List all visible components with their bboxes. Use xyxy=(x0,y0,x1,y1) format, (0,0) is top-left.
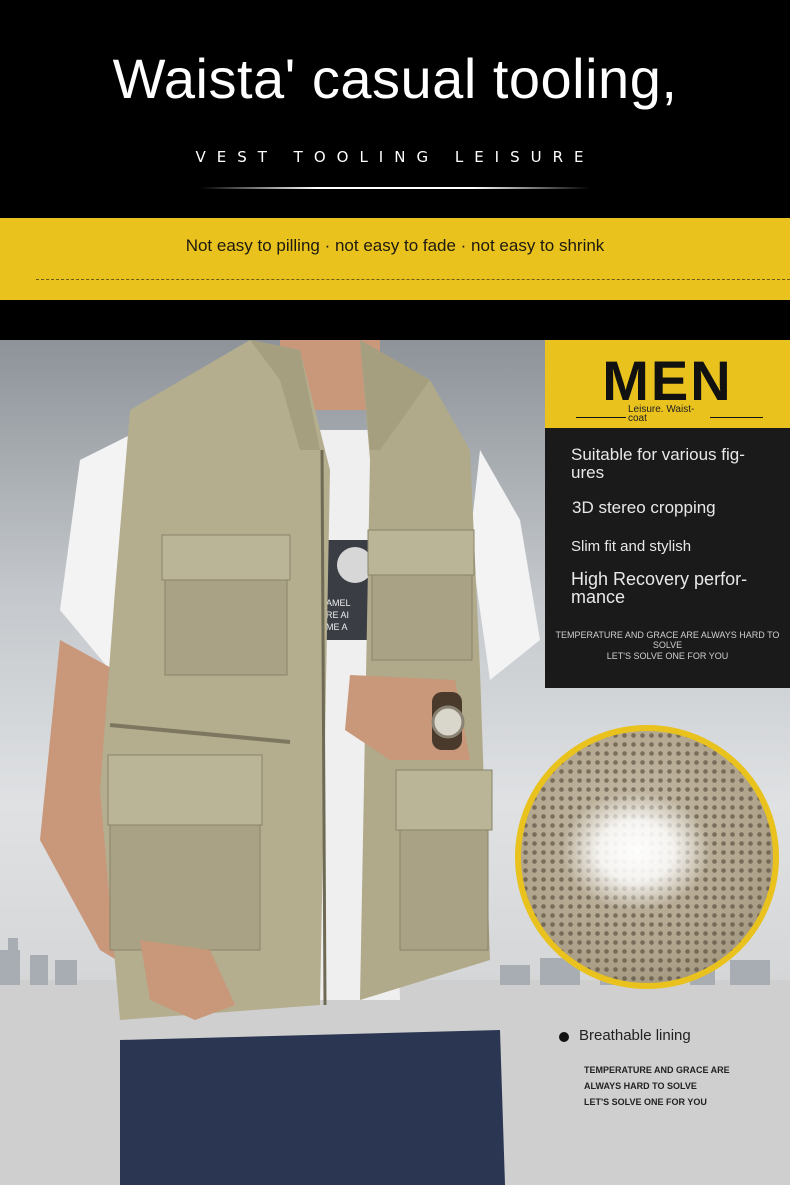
feature-band xyxy=(0,218,790,300)
lining-note-line-1: TEMPERATURE AND GRACE ARE xyxy=(584,1065,730,1075)
subhead-divider xyxy=(200,187,590,189)
panel-note-line-1: TEMPERATURE AND GRACE ARE ALWAYS HARD TO… xyxy=(555,630,780,650)
feature-band-text: Not easy to pilling · not easy to fade ·… xyxy=(185,236,605,255)
jeans xyxy=(120,1030,505,1185)
subheadline: VEST TOOLING LEISURE xyxy=(195,148,595,166)
breathable-lining-label: Breathable lining xyxy=(579,1027,691,1044)
lining-note-line-2: ALWAYS HARD TO SOLVE xyxy=(584,1081,697,1091)
lower-pocket-flap-left xyxy=(107,754,263,826)
tshirt-sleeve-right xyxy=(470,450,540,680)
print-text-2: RE AI xyxy=(326,610,349,620)
men-title-line-left xyxy=(576,417,626,418)
bullet-icon xyxy=(559,1032,569,1042)
chest-pocket-flap-right xyxy=(367,529,475,576)
print-text-1: AMEL xyxy=(326,598,351,608)
headline: Waista' casual tooling, xyxy=(112,47,678,110)
band-dashed-line xyxy=(36,279,790,280)
print-text-3: ME A xyxy=(326,622,348,632)
chest-pocket-flap-left xyxy=(161,534,291,581)
men-title-line-right xyxy=(710,417,763,418)
watch-face xyxy=(431,705,465,739)
lining-closeup-frame xyxy=(515,725,779,989)
product-page: Waista' casual tooling, VEST TOOLING LEI… xyxy=(0,0,790,1185)
breathable-fluff xyxy=(561,791,711,911)
lining-note-line-3: LET'S SOLVE ONE FOR YOU xyxy=(584,1097,707,1107)
feature-high-recovery: High Recovery perfor-mance xyxy=(571,569,748,607)
lower-pocket-flap-right xyxy=(395,769,493,831)
feature-3d-cropping: 3D stereo cropping xyxy=(572,498,716,517)
feature-various-figures: Suitable for various fig-ures xyxy=(571,445,745,482)
panel-note-line-2: LET'S SOLVE ONE FOR YOU xyxy=(606,651,729,661)
lining-closeup-image xyxy=(521,731,773,983)
men-subtitle: Leisure. Waist-coat xyxy=(628,404,695,424)
feature-slim-fit: Slim fit and stylish xyxy=(571,538,692,555)
men-feature-panel: MEN Leisure. Waist-coat Suitable for var… xyxy=(545,340,790,688)
